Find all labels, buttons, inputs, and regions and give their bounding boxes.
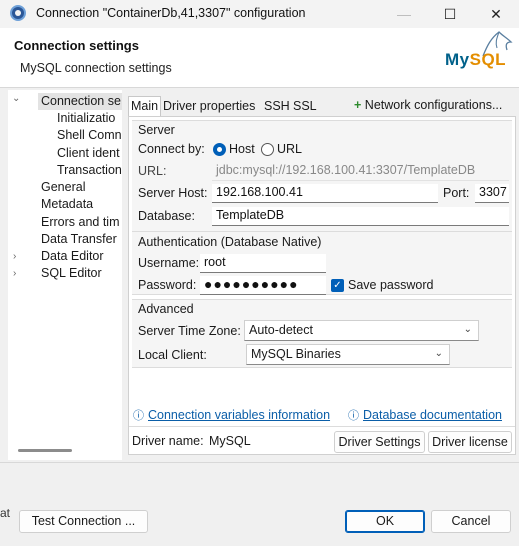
password-input[interactable]: ●●●●●●●●●● [200,276,326,295]
server-host-input[interactable]: 192.168.100.41 [212,184,438,203]
main-tab-content: Server Connect by: Host URL URL: jdbc:my… [128,116,516,455]
tab-driver-properties[interactable]: Driver properties [161,97,257,117]
tree-item-metadata[interactable]: Metadata [41,196,93,213]
tree-item-connection-settings[interactable]: Connection se [38,93,122,110]
chevron-down-icon[interactable]: ⌄ [12,93,20,104]
connection-variables-link[interactable]: Connection variables information [148,408,330,422]
mysql-logo-text: MySQL [445,50,507,69]
url-radio-label[interactable]: URL [277,142,302,156]
chevron-down-icon: ⌄ [434,348,443,359]
network-configurations-button[interactable]: + Network configurations... [354,98,502,112]
mysql-logo-icon: MySQL [445,28,515,84]
username-label: Username: [138,256,200,270]
tree-horizontal-scrollbar[interactable] [18,449,72,452]
connection-config-window: Connection "ContainerDb,41,3307" configu… [0,0,519,546]
local-client-select[interactable]: MySQL Binaries ⌄ [246,344,450,365]
tab-bar: Main Driver properties SSH SSL + Network… [128,95,516,117]
port-label: Port: [443,186,470,200]
url-label: URL: [138,164,167,178]
minimize-button[interactable]: — [381,0,427,28]
url-radio[interactable] [261,143,274,156]
driver-settings-button[interactable]: Driver Settings [334,431,425,453]
chevron-down-icon: ⌄ [463,324,472,335]
server-time-zone-select[interactable]: Auto-detect ⌄ [244,320,479,341]
plus-icon: + [354,98,362,112]
tree-item-general[interactable]: General [41,179,85,196]
connect-by-label: Connect by: [138,142,205,156]
tree-item-data-transfer[interactable]: Data Transfer [41,231,117,248]
username-input[interactable]: root [200,254,326,273]
tree-item-data-editor[interactable]: Data Editor [41,248,104,265]
authentication-group-title: Authentication (Database Native) [138,235,322,249]
tab-ssl[interactable]: SSL [291,97,319,117]
cancel-button[interactable]: Cancel [431,510,511,533]
authentication-group: Authentication (Database Native) Usernam… [132,231,512,295]
dbeaver-app-icon [10,5,26,21]
save-password-label[interactable]: Save password [348,278,433,292]
password-label: Password: [138,278,197,292]
chevron-right-icon[interactable]: › [13,251,16,262]
host-radio-label[interactable]: Host [229,142,255,156]
tab-ssh[interactable]: SSH [262,97,292,117]
driver-row-divider [129,426,515,427]
server-group: Server Connect by: Host URL URL: jdbc:my… [132,120,512,234]
window-title: Connection "ContainerDb,41,3307" configu… [36,6,306,20]
url-field[interactable]: jdbc:mysql://192.168.100.41:3307/Templat… [212,162,509,181]
host-radio[interactable] [213,143,226,156]
settings-tree: ⌄ Connection se Initializatio Shell Comn… [8,90,122,460]
tree-item-errors-and-timeouts[interactable]: Errors and tim [41,214,120,231]
local-client-label: Local Client: [138,348,207,362]
page-title: Connection settings [14,38,139,53]
server-group-title: Server [138,123,175,137]
save-password-checkbox[interactable]: ✓ [331,279,344,292]
tab-main[interactable]: Main [128,96,162,117]
driver-license-button[interactable]: Driver license [428,431,512,453]
settings-panel: Main Driver properties SSH SSL + Network… [128,95,516,460]
tree-item-transactions[interactable]: Transaction [57,162,122,179]
advanced-group: Advanced Server Time Zone: Auto-detect ⌄… [132,299,512,368]
close-button[interactable]: ✕ [473,0,519,28]
port-input[interactable]: 3307 [475,184,509,203]
server-time-zone-value: Auto-detect [249,323,313,337]
server-time-zone-label: Server Time Zone: [138,324,241,338]
tree-item-sql-editor[interactable]: SQL Editor [41,265,102,282]
background-window-text: at [0,506,11,520]
database-documentation-link[interactable]: Database documentation [363,408,502,422]
tree-item-initialization[interactable]: Initializatio [57,110,115,127]
tree-item-client-identification[interactable]: Client ident [57,145,120,162]
server-host-label: Server Host: [138,186,208,200]
chevron-right-icon[interactable]: › [13,268,16,279]
maximize-button[interactable]: ☐ [427,0,473,28]
dialog-header: Connection settings MySQL connection set… [0,28,519,88]
network-configurations-label: Network configurations... [364,98,503,112]
info-icon: ⓘ [348,410,359,422]
local-client-value: MySQL Binaries [251,347,341,361]
tree-item-shell-commands[interactable]: Shell Comn [57,127,122,144]
info-icon: ⓘ [133,410,144,422]
database-input[interactable]: TemplateDB [212,207,509,226]
dialog-footer: Test Connection ... OK Cancel [0,463,519,546]
advanced-group-title: Advanced [138,302,194,316]
database-label: Database: [138,209,195,223]
ok-button[interactable]: OK [345,510,425,533]
test-connection-button[interactable]: Test Connection ... [19,510,148,533]
title-bar: Connection "ContainerDb,41,3307" configu… [0,0,519,28]
driver-name-label: Driver name: [132,434,204,448]
driver-name-value: MySQL [209,434,251,448]
page-subtitle: MySQL connection settings [20,61,172,75]
